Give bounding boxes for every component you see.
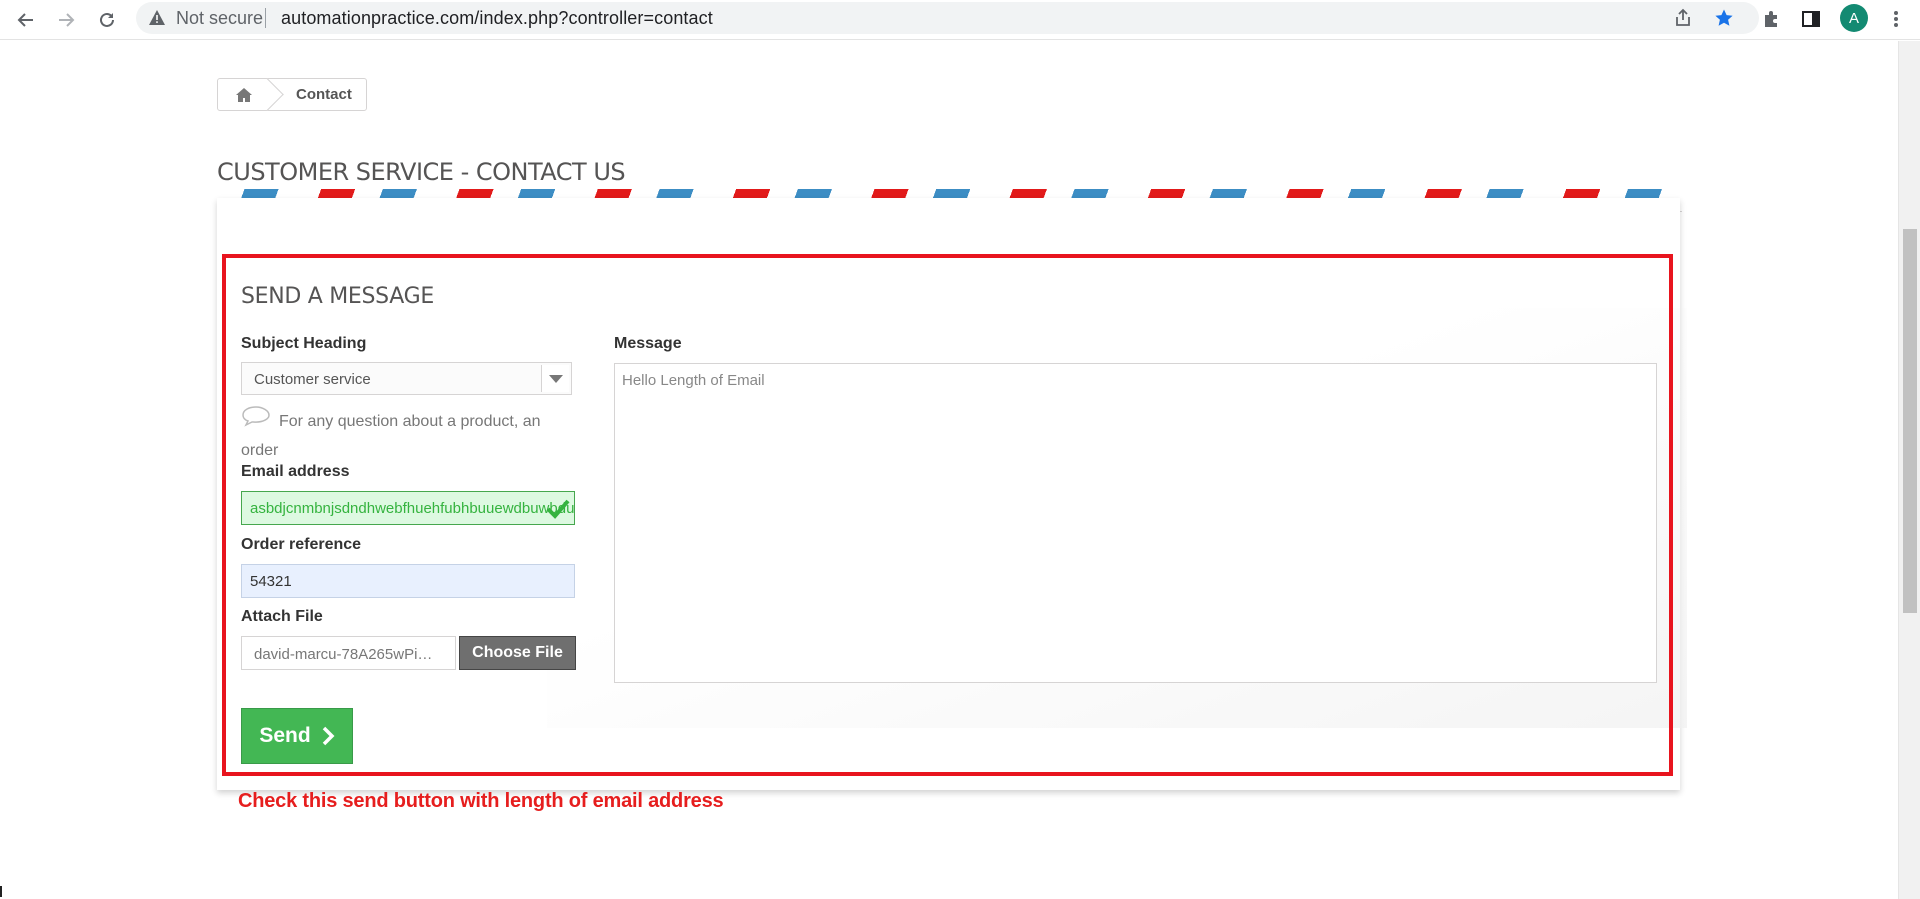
choose-file-button[interactable]: Choose File — [459, 636, 576, 670]
form-title: SEND A MESSAGE — [241, 284, 434, 309]
page-scrollbar[interactable] — [1898, 41, 1920, 899]
annotation-note: Check this send button with length of em… — [238, 790, 724, 812]
chevron-right-icon — [322, 726, 335, 746]
page-title: CUSTOMER SERVICE - CONTACT US — [217, 158, 626, 186]
reload-icon — [100, 12, 114, 27]
attach-file-label: Attach File — [241, 608, 323, 625]
scrollbar-thumb[interactable] — [1903, 229, 1917, 613]
dropdown-arrow-icon[interactable] — [541, 365, 569, 392]
share-icon[interactable] — [1673, 8, 1693, 28]
back-arrow-icon — [17, 13, 33, 27]
airmail-stripe-border — [217, 189, 1680, 198]
subject-hint: For any question about a product, an ord… — [241, 413, 541, 459]
email-field[interactable]: asbdjcnmbnjsdndhwebfhuehfubhbuuewdbuwbdu… — [241, 491, 575, 525]
email-label: Email address — [241, 463, 350, 480]
profile-avatar[interactable]: A — [1840, 4, 1868, 32]
address-bar[interactable]: Not secure automationpractice.com/index.… — [136, 2, 1759, 34]
url-text[interactable]: automationpractice.com/index.php?control… — [281, 9, 713, 27]
subject-heading-select[interactable]: Customer service — [241, 362, 572, 395]
message-textarea[interactable]: Hello Length of Email — [614, 363, 1657, 683]
extensions-button[interactable] — [1760, 7, 1784, 31]
order-reference-field[interactable]: 54321 — [241, 564, 575, 598]
send-button[interactable]: Send — [241, 708, 353, 764]
breadcrumb-current: Contact — [296, 86, 352, 103]
side-panel-icon — [1802, 11, 1820, 27]
breadcrumb-home-link[interactable] — [218, 79, 270, 110]
home-icon — [236, 87, 252, 102]
puzzle-icon — [1765, 11, 1777, 27]
security-label[interactable]: Not secure — [176, 9, 263, 27]
warning-icon[interactable] — [148, 9, 166, 27]
order-reference-label: Order reference — [241, 536, 362, 553]
forward-button[interactable] — [52, 6, 80, 34]
back-button[interactable] — [12, 6, 40, 34]
text-cursor-mark — [0, 886, 2, 897]
reload-button[interactable] — [93, 6, 121, 34]
bookmark-star-icon[interactable] — [1714, 8, 1734, 28]
valid-check-icon — [546, 499, 570, 519]
attached-file-name[interactable]: david-marcu-78A265wPiO4-unsplash.jpg — [241, 636, 456, 670]
address-divider — [265, 8, 266, 28]
forward-arrow-icon — [59, 13, 75, 27]
menu-button[interactable] — [1884, 7, 1908, 31]
browser-toolbar: Not secure automationpractice.com/index.… — [0, 0, 1920, 40]
message-label: Message — [614, 335, 682, 352]
subject-selected-value: Customer service — [254, 371, 371, 388]
kebab-menu-icon — [1894, 11, 1898, 27]
send-button-label: Send — [259, 724, 311, 747]
breadcrumb: Contact — [217, 78, 367, 111]
subject-label: Subject Heading — [241, 335, 367, 352]
side-panel-button[interactable] — [1799, 7, 1823, 31]
